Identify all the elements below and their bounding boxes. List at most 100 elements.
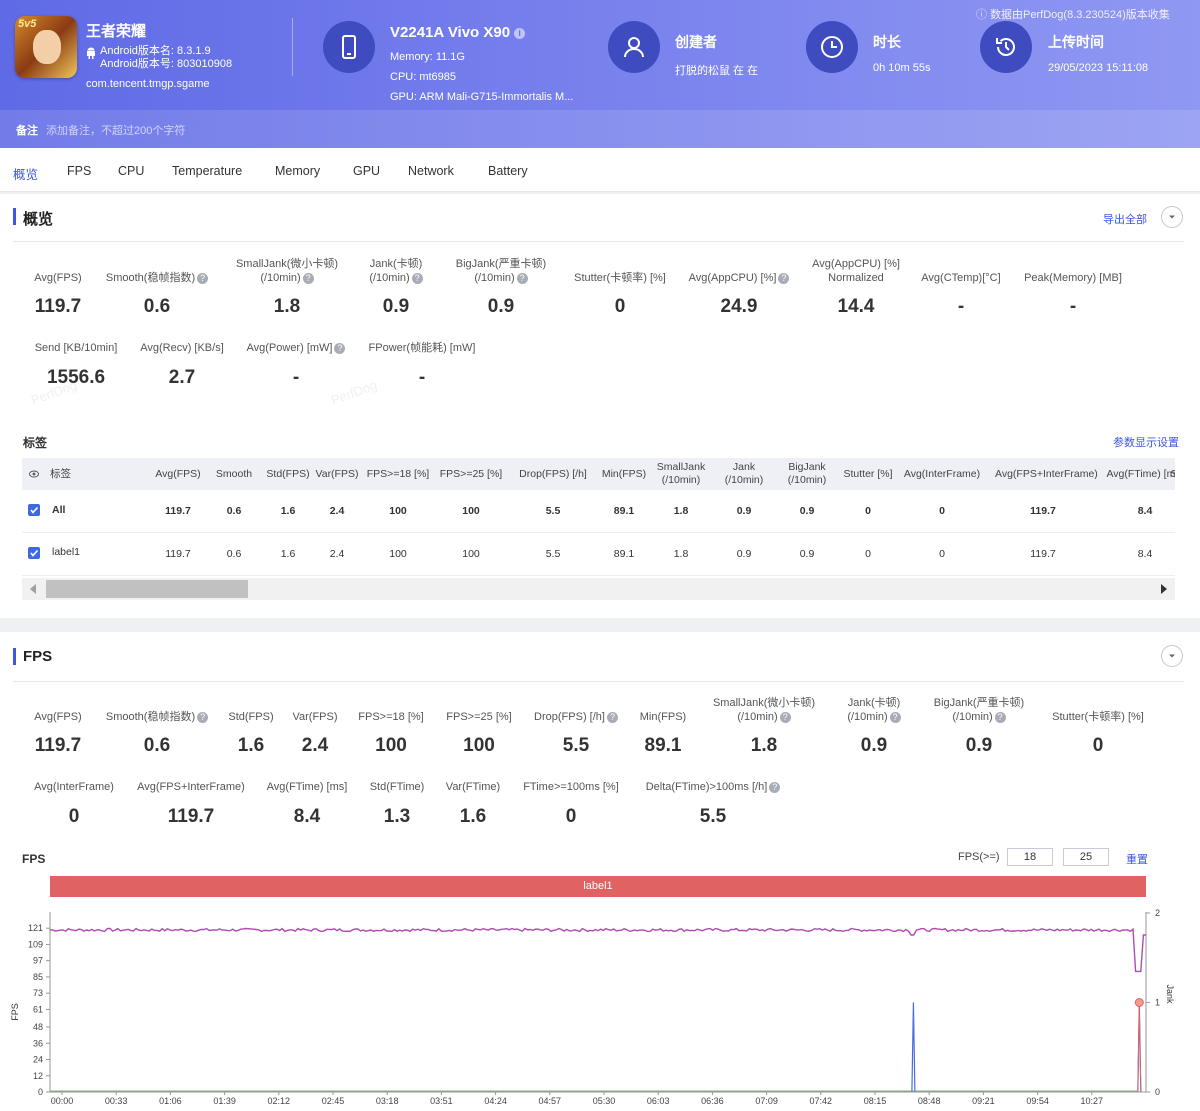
overview-title: 概览 xyxy=(23,211,54,228)
upload-value: 29/05/2023 15:11:08 xyxy=(1048,62,1149,74)
header-info: 5v5 王者荣耀 Android版本名: 8.3.1.9 Android版本号:… xyxy=(0,0,1200,110)
package-name: com.tencent.tmgp.sgame xyxy=(86,78,210,90)
x-tick-label: 04:57 xyxy=(539,1096,562,1106)
table-header-cell: Avg(InterFrame) xyxy=(903,468,981,480)
title-accent xyxy=(13,208,16,225)
table-cell: 0 xyxy=(865,548,871,560)
jank-spike xyxy=(911,1002,916,1093)
tab-fps[interactable]: FPS xyxy=(67,164,91,178)
collapse-button[interactable] xyxy=(1161,645,1183,667)
y-tick-label: 0 xyxy=(38,1087,43,1097)
help-icon[interactable]: ? xyxy=(769,782,781,793)
eye-icon[interactable] xyxy=(29,470,39,478)
metric-value: - xyxy=(1069,296,1077,317)
metric-card: Delta(FTime)>100ms [/h]? 5.5 xyxy=(633,780,793,827)
y-axis-label: FPS xyxy=(10,1003,20,1021)
y2-tick-label: 2 xyxy=(1155,908,1160,918)
row-checkbox[interactable] xyxy=(28,547,40,559)
row-checkbox[interactable] xyxy=(28,504,40,516)
table-cell: 0 xyxy=(939,505,945,517)
help-icon[interactable]: ? xyxy=(994,712,1006,723)
table-scrollbar[interactable] xyxy=(22,578,1175,600)
tab-cpu[interactable]: CPU xyxy=(118,164,144,178)
table-row[interactable]: All 119.7 0.6 1.6 2.4 100 100 5.5 89.1 1.8 0.9 0.9 0… xyxy=(22,490,1175,533)
scroll-right-icon[interactable] xyxy=(1161,584,1167,594)
x-tick-label: 00:00 xyxy=(51,1096,74,1106)
user-icon xyxy=(608,21,660,73)
tab-memory[interactable]: Memory xyxy=(275,164,320,178)
creator-title: 创建者 xyxy=(675,34,717,50)
x-tick-label: 07:42 xyxy=(810,1096,833,1106)
threshold-input-1[interactable] xyxy=(1007,848,1053,866)
metric-card: FPower(帧能耗) [mW] - xyxy=(342,341,502,388)
metric-label: FTime>=100ms [%] xyxy=(523,781,619,793)
device-gpu: GPU: ARM Mali-G715-Immortalis M... xyxy=(390,91,574,103)
table-cell: 100 xyxy=(462,505,480,517)
table-cell: 8.4 xyxy=(1137,548,1153,560)
x-tick-label: 02:12 xyxy=(268,1096,291,1106)
x-tick-label: 06:36 xyxy=(701,1096,724,1106)
y-tick-label: 24 xyxy=(33,1055,43,1065)
help-icon[interactable]: ? xyxy=(779,712,791,723)
x-tick-label: 06:03 xyxy=(647,1096,670,1106)
table-header-cell: Avg(FPS+InterFrame) xyxy=(995,468,1098,480)
device-name: V2241A Vivo X90 i xyxy=(390,24,526,41)
y-tick-label: 97 xyxy=(33,956,43,966)
app-icon-badge: 5v5 xyxy=(18,18,37,30)
tab-overview[interactable]: 概览 xyxy=(13,164,38,183)
y-tick-label: 48 xyxy=(33,1022,43,1032)
creator-value: 打脱的松鼠 在 在 xyxy=(675,65,759,77)
y2-tick-label: 0 xyxy=(1155,1087,1160,1097)
tab-gpu[interactable]: GPU xyxy=(353,164,380,178)
x-tick-label: 01:39 xyxy=(213,1096,236,1106)
tab-battery[interactable]: Battery xyxy=(488,164,528,178)
title-accent xyxy=(13,648,16,665)
header-divider xyxy=(292,18,293,76)
fps-chart[interactable]: 0122436486173859710912101200:00 00:33 01:0… xyxy=(0,898,1200,1111)
info-icon[interactable]: i xyxy=(514,27,526,39)
note-label: 备注 xyxy=(16,125,38,137)
fps-series-line xyxy=(49,927,1146,973)
device-memory: Memory: 11.1G xyxy=(390,51,465,63)
card-divider xyxy=(13,241,1184,242)
reset-link[interactable]: 重置 xyxy=(1126,851,1148,867)
help-icon[interactable]: ? xyxy=(516,273,528,284)
collapse-button[interactable] xyxy=(1161,206,1183,228)
table-cell: 119.7 xyxy=(1030,505,1056,517)
chevron-down-icon xyxy=(1169,654,1175,658)
card-divider xyxy=(13,681,1184,682)
metric-card: Stutter(卡顿率) [%] 0 xyxy=(1018,710,1178,756)
tab-network[interactable]: Network xyxy=(408,164,454,178)
scroll-left-icon[interactable] xyxy=(30,584,36,594)
metric-card: FTime>=100ms [%] 0 xyxy=(491,780,651,827)
note-input[interactable]: 添加备注，不超过200个字符 xyxy=(46,122,185,138)
android-version-name: Android版本名: 8.3.1.9 xyxy=(100,45,211,57)
table-row[interactable]: label1 119.7 0.6 1.6 2.4 100 100 5.5 89.1 1.8 0.9 0… xyxy=(22,533,1175,576)
metric-value: 5.5 xyxy=(699,806,727,827)
table-header-cell: 标签 xyxy=(50,468,71,480)
export-all-link[interactable]: 导出全部 xyxy=(1103,211,1147,227)
bigjank-marker xyxy=(1134,998,1144,1007)
threshold-label: FPS(>=) xyxy=(958,851,1000,863)
scroll-thumb[interactable] xyxy=(46,580,248,598)
table-header: 标签 Avg(FPS) Smooth Std(FPS) Var(FPS) FPS>=18 … xyxy=(22,458,1175,490)
y2-tick-label: 1 xyxy=(1155,998,1160,1008)
note-bar[interactable]: 备注 添加备注，不超过200个字符 xyxy=(0,110,1200,148)
label-band[interactable]: label1 xyxy=(50,876,1146,897)
table-cell: 100 xyxy=(389,548,407,560)
y-tick-label: 85 xyxy=(33,972,43,982)
y-tick-label: 61 xyxy=(33,1004,43,1014)
table-cell: 5.5 xyxy=(545,505,561,517)
row-label: All xyxy=(52,504,66,516)
x-tick-label: 08:15 xyxy=(864,1096,887,1106)
table-cell: 5.5 xyxy=(545,548,561,560)
tab-temperature[interactable]: Temperature xyxy=(172,164,242,178)
metric-label: Peak(Memory) [MB] xyxy=(1024,272,1122,284)
table-cell: 100 xyxy=(389,505,407,517)
param-settings-link[interactable]: 参数显示设置 xyxy=(1113,434,1179,450)
x-tick-label: 08:48 xyxy=(918,1096,941,1106)
duration-title: 时长 xyxy=(873,34,901,50)
help-icon[interactable]: ? xyxy=(302,273,314,284)
threshold-input-2[interactable] xyxy=(1063,848,1109,866)
metric-label: FPower(帧能耗) [mW] xyxy=(368,342,476,354)
